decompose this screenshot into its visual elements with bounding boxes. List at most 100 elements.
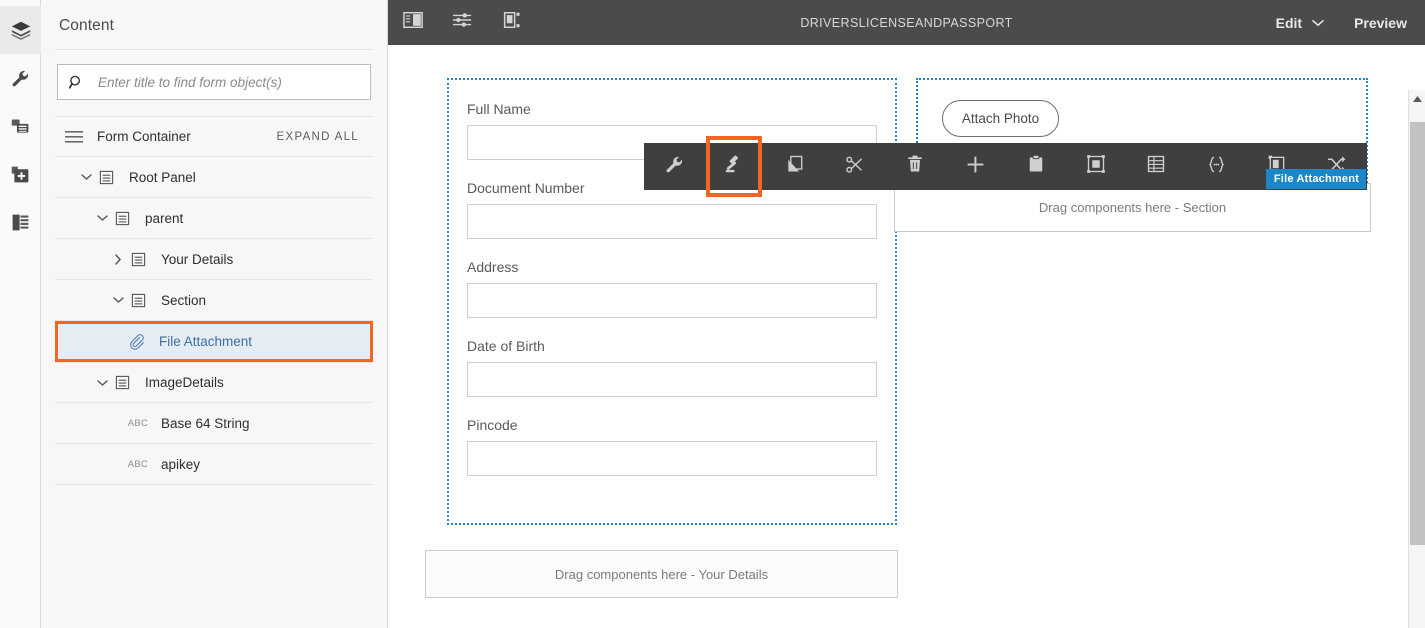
expression-icon: [1206, 154, 1227, 180]
group-icon: [1086, 154, 1106, 179]
side-panel-icon: [402, 11, 423, 34]
chevron-down-icon[interactable]: [77, 173, 95, 181]
panel-icon: [111, 211, 133, 226]
edit-properties-button[interactable]: [644, 143, 704, 190]
rail-item-components[interactable]: [0, 150, 41, 198]
panel-icon: [127, 252, 149, 267]
add-component-icon: [10, 164, 31, 185]
copy-button[interactable]: [765, 143, 825, 190]
tree-item-parent[interactable]: parent: [55, 198, 373, 239]
trash-icon: [905, 154, 925, 179]
clipboard-icon: [1026, 154, 1046, 179]
group-button[interactable]: [1066, 143, 1126, 190]
table-icon: [1146, 154, 1166, 179]
tree-item-section[interactable]: Section: [55, 280, 373, 321]
scroll-up-arrow-icon[interactable]: [1409, 90, 1425, 107]
dropzone-section[interactable]: Drag components here - Section: [894, 183, 1371, 232]
form-container-label: Form Container: [97, 129, 191, 144]
preview-button[interactable]: Preview: [1350, 15, 1407, 31]
wrench-icon: [664, 154, 685, 180]
emulator-device-icon: [501, 11, 521, 34]
tree-item-imagedetails[interactable]: ImageDetails: [55, 362, 373, 403]
chevron-down-icon[interactable]: [109, 296, 127, 304]
form-editor-app: Content Form Container EXPAND ALL: [0, 0, 1425, 628]
canvas-scrollbar[interactable]: [1408, 90, 1425, 628]
main-area: DRIVERSLICENSEANDPASSPORT Edit Preview F…: [388, 0, 1425, 628]
tree-item-base-64-string[interactable]: ABC Base 64 String: [55, 403, 373, 444]
rail-item-content[interactable]: [0, 198, 41, 246]
side-panel-toggle-button[interactable]: [388, 0, 437, 45]
field-label: Pincode: [467, 417, 518, 433]
copy-icon: [785, 154, 805, 179]
chevron-right-icon[interactable]: [109, 253, 127, 265]
field-label: Full Name: [467, 101, 531, 117]
tree-item-label: parent: [145, 210, 184, 226]
cut-button[interactable]: [825, 143, 885, 190]
document-title: DRIVERSLICENSEANDPASSPORT: [800, 15, 1013, 30]
paste-button[interactable]: [1006, 143, 1066, 190]
tree-item-file-attachment[interactable]: File Attachment: [55, 321, 373, 362]
tree-item-label: Your Details: [161, 251, 234, 267]
tree-item-label: Root Panel: [129, 169, 196, 185]
form-object-tree: Root Panel parent Your Details Section F…: [55, 157, 373, 485]
field-pincode: Pincode: [449, 417, 895, 476]
chevron-down-icon[interactable]: [93, 379, 111, 387]
gavel-icon: [723, 153, 745, 180]
layers-icon: [10, 19, 32, 41]
tree-item-label: Base 64 String: [161, 415, 250, 431]
panel-icon: [111, 375, 133, 390]
tree-item-label: File Attachment: [159, 334, 253, 349]
search-icon: [68, 74, 90, 91]
expression-button[interactable]: [1186, 143, 1246, 190]
component-action-toolbar: [644, 143, 1367, 190]
pincode-input[interactable]: [467, 441, 877, 476]
rail-item-layers[interactable]: [0, 6, 41, 54]
edit-mode-button[interactable]: Edit: [1276, 15, 1302, 31]
attach-photo-button[interactable]: Attach Photo: [942, 100, 1059, 137]
form-canvas: Full Name Document Number Address Date o…: [388, 45, 1425, 628]
tree-item-root-panel[interactable]: Root Panel: [55, 157, 373, 198]
search-wrapper: [41, 50, 387, 100]
edit-rules-button[interactable]: [704, 143, 764, 190]
tree-item-label: Section: [161, 292, 207, 308]
ruler-settings-button[interactable]: [437, 0, 486, 45]
search-input[interactable]: [90, 74, 360, 90]
chevron-down-icon[interactable]: [1302, 19, 1350, 27]
field-date-of-birth: Date of Birth: [449, 338, 895, 397]
field-label: Date of Birth: [467, 338, 545, 354]
tree-item-your-details[interactable]: Your Details: [55, 239, 373, 280]
rail-item-properties[interactable]: [0, 54, 41, 102]
chevron-down-icon[interactable]: [93, 214, 111, 222]
panel-icon: [127, 293, 149, 308]
scrollbar-thumb[interactable]: [1410, 122, 1425, 545]
abc-icon: ABC: [127, 458, 149, 470]
document-number-input[interactable]: [467, 204, 877, 239]
content-tree-icon: [10, 212, 31, 233]
panel-title: Content: [59, 17, 114, 34]
top-toolbar: DRIVERSLICENSEANDPASSPORT Edit Preview: [388, 0, 1425, 45]
plus-icon: [965, 154, 986, 180]
expand-all-button[interactable]: EXPAND ALL: [277, 131, 365, 143]
paperclip-icon: [125, 333, 147, 350]
field-label: Address: [467, 259, 519, 275]
field-address: Address: [449, 259, 895, 318]
insert-component-button[interactable]: [945, 143, 1005, 190]
topbar-right-group: Edit Preview: [1276, 15, 1425, 31]
date-of-birth-input[interactable]: [467, 362, 877, 397]
emulator-device-button[interactable]: [486, 0, 535, 45]
tree-item-apikey[interactable]: ABC apikey: [55, 444, 373, 485]
tree-item-label: apikey: [161, 456, 201, 472]
address-input[interactable]: [467, 283, 877, 318]
delete-button[interactable]: [885, 143, 945, 190]
rail-item-assets[interactable]: [0, 102, 41, 150]
wrench-icon: [10, 68, 31, 89]
table-button[interactable]: [1126, 143, 1186, 190]
dropzone-your-details[interactable]: Drag components here - Your Details: [425, 550, 898, 598]
search-box[interactable]: [57, 64, 371, 100]
abc-icon: ABC: [127, 417, 149, 429]
fields-wrapper: Full Name Document Number Address Date o…: [449, 80, 895, 476]
hamburger-icon: [65, 130, 87, 144]
left-icon-rail: [0, 0, 41, 628]
tree-header: Form Container EXPAND ALL: [55, 116, 373, 157]
status-badge: File Attachment: [1265, 169, 1366, 189]
